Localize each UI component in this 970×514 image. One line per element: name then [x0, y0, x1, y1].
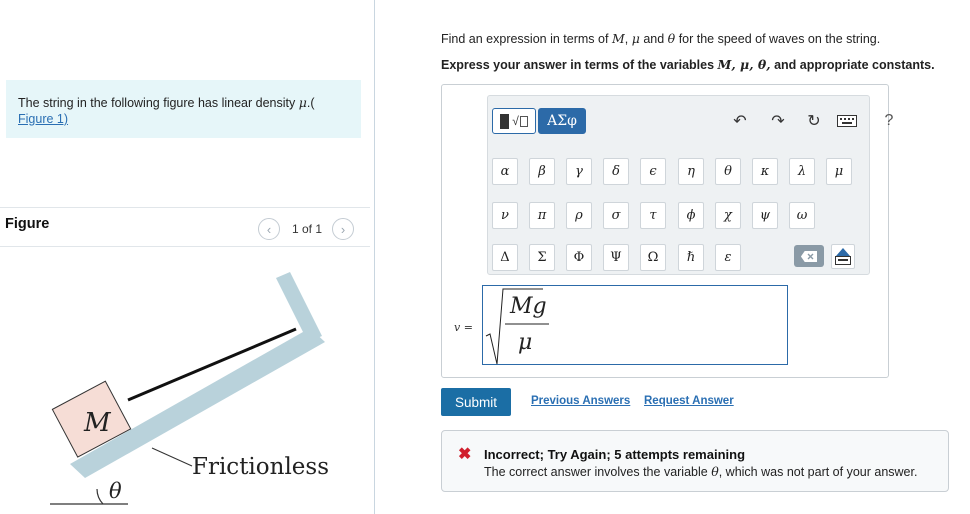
chevron-left-icon[interactable]: ‹ — [258, 218, 280, 240]
mass-label: M — [83, 408, 112, 438]
question-prefix: Find an expression in terms of — [441, 32, 609, 46]
symbol-capital-sigma[interactable]: Σ — [529, 244, 555, 271]
symbol-varepsilon[interactable]: ε — [715, 244, 741, 271]
feedback-text-prefix: The correct answer involves the variable — [484, 465, 708, 479]
label-leader — [151, 447, 193, 467]
feedback-text-var: θ — [711, 464, 719, 479]
problem-pane: The string in the following figure has l… — [0, 0, 375, 514]
surface-label: Frictionless — [192, 454, 329, 480]
delete-icon[interactable] — [794, 245, 824, 267]
answer-label: v = — [454, 321, 473, 334]
templates-icon[interactable]: √ — [492, 108, 536, 134]
instruction-suffix: and appropriate constants. — [774, 58, 935, 72]
symbol-kappa[interactable]: κ — [752, 158, 778, 185]
symbol-rho[interactable]: ρ — [566, 202, 592, 229]
symbol-delta[interactable]: δ — [603, 158, 629, 185]
instruction-vars: M, μ, θ, — [717, 57, 771, 72]
symbol-capital-psi[interactable]: Ψ — [603, 244, 629, 271]
previous-answers-link[interactable]: Previous Answers — [531, 395, 630, 407]
intro-box: The string in the following figure has l… — [6, 80, 361, 138]
keyboard-toggle-icon[interactable] — [831, 244, 855, 269]
symbol-lambda[interactable]: λ — [789, 158, 815, 185]
feedback-box: ✖ Incorrect; Try Again; 5 attempts remai… — [441, 430, 949, 492]
instruction-text: Express your answer in terms of the vari… — [441, 57, 935, 72]
angle-label: θ — [109, 479, 122, 503]
symbol-hbar[interactable]: ℏ — [678, 244, 704, 271]
feedback-text-suffix: , which was not part of your answer. — [718, 465, 918, 479]
symbol-alpha[interactable]: α — [492, 158, 518, 185]
symbol-capital-phi[interactable]: Φ — [566, 244, 592, 271]
math-toolbar: √ ΑΣφ ↶ ↷ ↻ ? α β γ δ ϵ η θ κ λ μ ν π ρ … — [487, 95, 893, 275]
angle-arc — [96, 488, 104, 505]
question-text: Find an expression in terms of M, μ and … — [441, 31, 880, 46]
feedback-title: Incorrect; Try Again; 5 attempts remaini… — [484, 447, 746, 462]
incline-post — [276, 272, 322, 342]
intro-text: The string in the following figure has l… — [18, 96, 296, 110]
undo-icon[interactable]: ↶ — [729, 111, 751, 131]
symbol-capital-delta[interactable]: Δ — [492, 244, 518, 271]
question-and: and — [643, 32, 665, 46]
intro-paren: .( — [306, 96, 315, 110]
figure-count: 1 of 1 — [292, 222, 323, 236]
symbol-beta[interactable]: β — [529, 158, 555, 185]
answer-card: √ ΑΣφ ↶ ↷ ↻ ? α β γ δ ϵ η θ κ λ μ ν π ρ … — [441, 84, 893, 378]
symbol-omega[interactable]: ω — [789, 202, 815, 229]
answer-input[interactable]: Mg μ — [482, 285, 788, 365]
figure-title: Figure — [5, 216, 50, 232]
instruction-prefix: Express your answer in terms of the vari… — [441, 58, 715, 72]
greek-mode-button[interactable]: ΑΣφ — [538, 108, 586, 134]
question-suffix: for the speed of waves on the string. — [678, 32, 881, 46]
symbol-tau[interactable]: τ — [640, 202, 666, 229]
question-sep: , — [624, 32, 629, 46]
symbol-phi[interactable]: ϕ — [678, 202, 704, 229]
symbol-eta[interactable]: η — [678, 158, 704, 185]
symbol-gamma[interactable]: γ — [566, 158, 592, 185]
keyboard-icon[interactable] — [836, 111, 858, 131]
submit-button[interactable]: Submit — [441, 388, 511, 416]
symbol-sigma[interactable]: σ — [603, 202, 629, 229]
symbol-nu[interactable]: ν — [492, 202, 518, 229]
question-var-m: M — [611, 31, 625, 46]
chevron-right-icon[interactable]: › — [332, 218, 355, 240]
figure-header: Figure ‹ 1 of 1 › — [0, 207, 370, 247]
reset-icon[interactable]: ↻ — [803, 111, 825, 131]
symbol-theta[interactable]: θ — [715, 158, 741, 185]
symbol-chi[interactable]: χ — [715, 202, 741, 229]
figure-pager: ‹ 1 of 1 › — [258, 218, 355, 240]
symbol-pi[interactable]: π — [529, 202, 555, 229]
answer-denominator: μ — [518, 330, 533, 355]
symbol-capital-omega[interactable]: Ω — [640, 244, 666, 271]
figure-image: M Frictionless θ — [50, 272, 329, 505]
symbol-mu[interactable]: μ — [826, 158, 852, 185]
help-button[interactable]: ? — [878, 111, 900, 131]
answer-numerator: Mg — [510, 294, 547, 319]
feedback-text: The correct answer involves the variable… — [484, 464, 917, 479]
symbol-epsilon[interactable]: ϵ — [640, 158, 666, 185]
redo-icon[interactable]: ↷ — [767, 111, 789, 131]
question-var-mu: μ — [631, 31, 640, 46]
x-icon: ✖ — [458, 446, 472, 463]
symbol-psi[interactable]: ψ — [752, 202, 778, 229]
request-answer-link[interactable]: Request Answer — [644, 395, 734, 407]
question-var-theta: θ — [667, 31, 676, 46]
intro-symbol: μ — [298, 95, 307, 110]
figure-link[interactable]: Figure 1) — [18, 112, 68, 126]
